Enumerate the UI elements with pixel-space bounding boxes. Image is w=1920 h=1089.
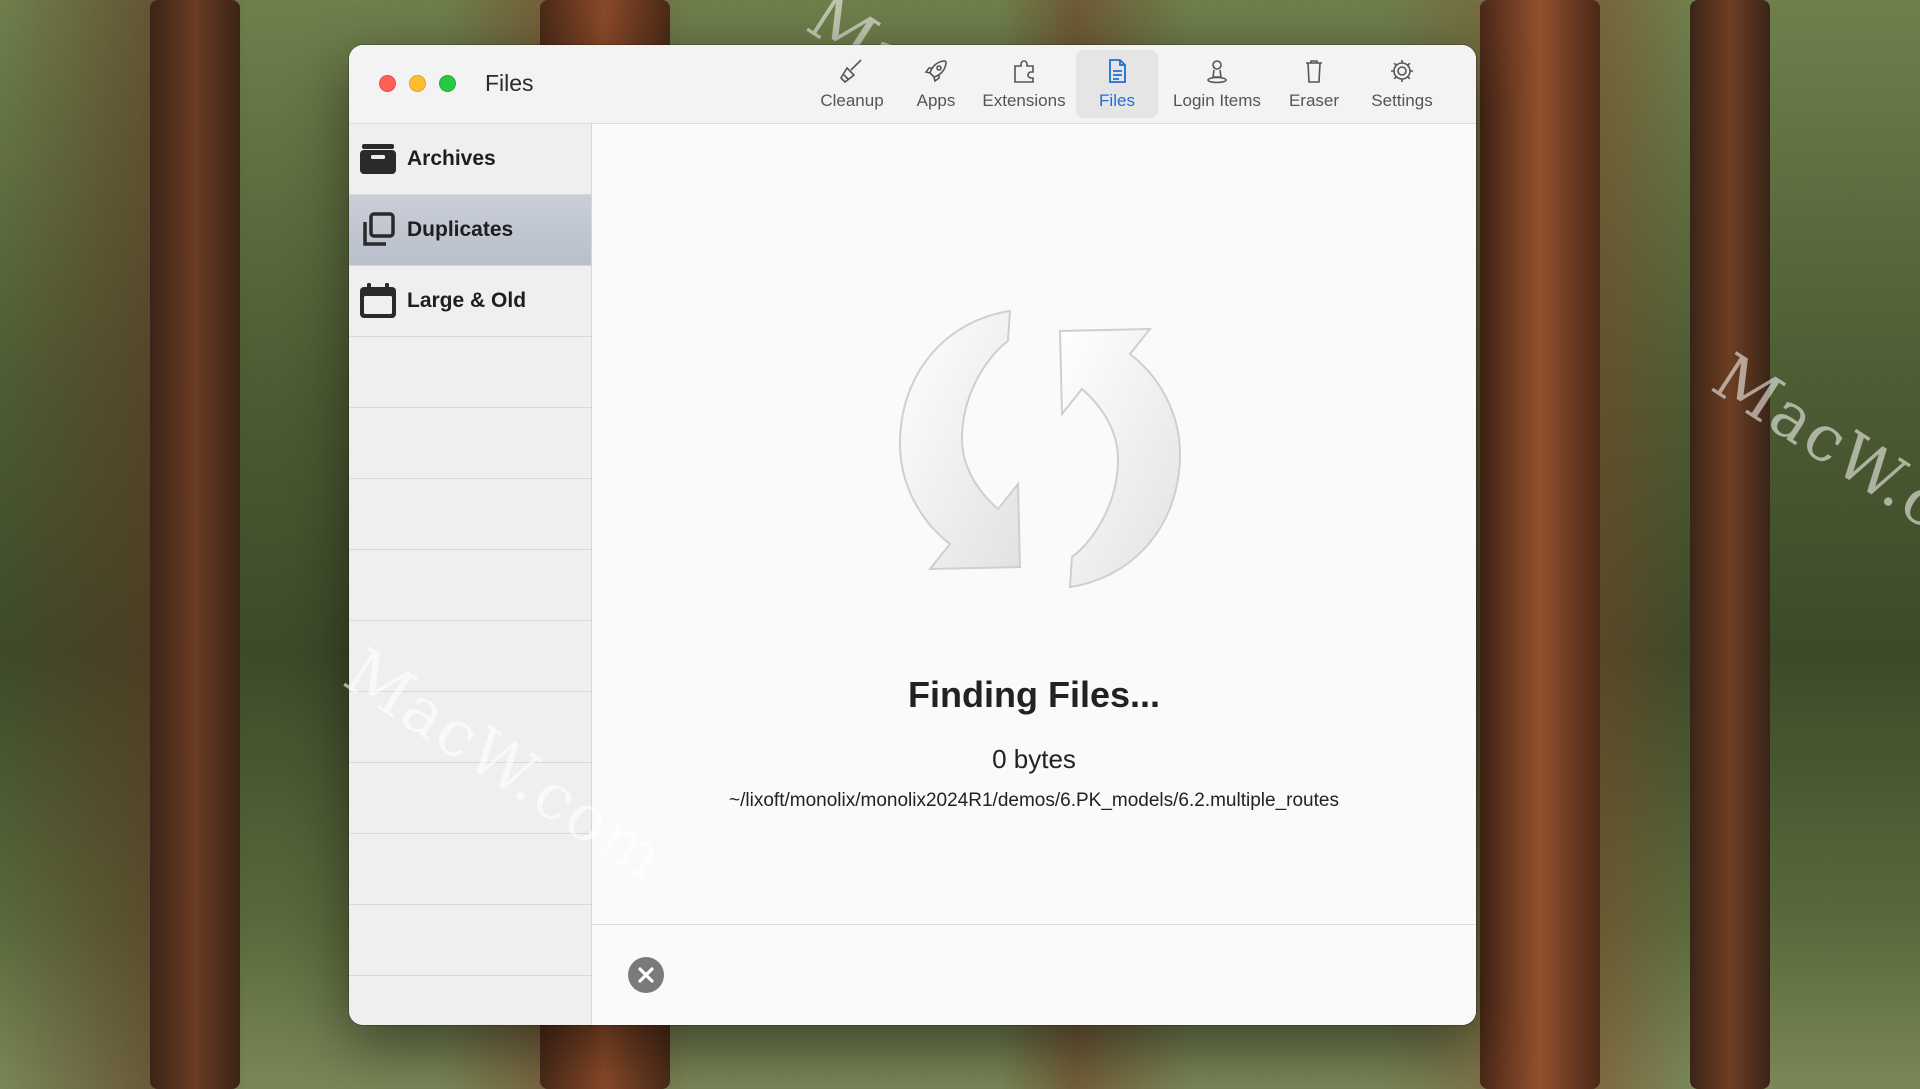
gear-icon [1391, 60, 1413, 82]
current-scan-path: ~/lixoft/monolix/monolix2024R1/demos/6.P… [729, 790, 1339, 811]
sidebar-item-duplicates[interactable]: Duplicates [349, 195, 591, 266]
toolbar-files-button[interactable]: Files [1076, 50, 1158, 118]
refresh-spinner-icon [898, 309, 1182, 589]
toolbar: Cleanup Apps Extensions Files Login Item… [808, 50, 1476, 120]
sidebar-empty-row [349, 479, 591, 550]
person-icon [1207, 60, 1227, 84]
sidebar-empty-row [349, 550, 591, 621]
minimize-window-button[interactable] [409, 75, 426, 92]
trash-icon [1306, 60, 1322, 83]
calendar-icon [360, 283, 396, 318]
rocket-icon [924, 60, 947, 83]
toolbar-settings-button[interactable]: Settings [1356, 50, 1448, 118]
close-icon [638, 967, 654, 983]
toolbar-files-label: Files [1099, 91, 1135, 110]
toolbar-cleanup-button[interactable]: Cleanup [808, 50, 896, 118]
toolbar-settings-label: Settings [1371, 91, 1433, 110]
toolbar-apps-label: Apps [916, 91, 956, 110]
status-title: Finding Files... [908, 674, 1160, 715]
duplicate-icon [363, 212, 395, 246]
sidebar-empty-row [349, 905, 591, 976]
sidebar-empty-row [349, 337, 591, 408]
puzzle-icon [1014, 60, 1034, 83]
sidebar-item-large-old[interactable]: Large & Old [349, 266, 591, 337]
watermark: MacW.c [1699, 340, 1920, 545]
toolbar-cleanup-label: Cleanup [820, 91, 884, 110]
broom-icon [839, 59, 862, 84]
zoom-window-button[interactable] [439, 75, 456, 92]
sidebar-item-label: Large & Old [407, 289, 527, 312]
main-content: Finding Files... 0 bytes ~/lixoft/monoli… [592, 124, 1476, 1025]
sidebar-empty-row [349, 834, 591, 905]
toolbar-login-items-button[interactable]: Login Items [1162, 50, 1272, 118]
toolbar-extensions-label: Extensions [982, 91, 1066, 110]
toolbar-extensions-button[interactable]: Extensions [976, 50, 1072, 118]
cancel-scan-button[interactable] [628, 957, 664, 993]
app-window: Files Cleanup Apps Extensions Files Logi… [349, 45, 1476, 1025]
toolbar-login-items-label: Login Items [1173, 91, 1261, 110]
document-icon [1109, 59, 1126, 83]
title-bar: Files Cleanup Apps Extensions Files Logi… [349, 45, 1476, 124]
sidebar-item-label: Archives [407, 147, 496, 170]
sidebar-item-label: Duplicates [407, 218, 514, 241]
close-window-button[interactable] [379, 75, 396, 92]
archive-box-icon [360, 144, 396, 174]
toolbar-apps-button[interactable]: Apps [900, 50, 972, 118]
sidebar-empty-row [349, 408, 591, 479]
toolbar-eraser-label: Eraser [1288, 91, 1340, 110]
footer-bar [592, 924, 1476, 1025]
sidebar: Archives Duplicates Large & Old [349, 124, 592, 1025]
sidebar-item-archives[interactable]: Archives [349, 124, 591, 195]
found-size: 0 bytes [992, 744, 1076, 774]
window-title: Files [485, 70, 534, 96]
toolbar-eraser-button[interactable]: Eraser [1276, 50, 1352, 118]
